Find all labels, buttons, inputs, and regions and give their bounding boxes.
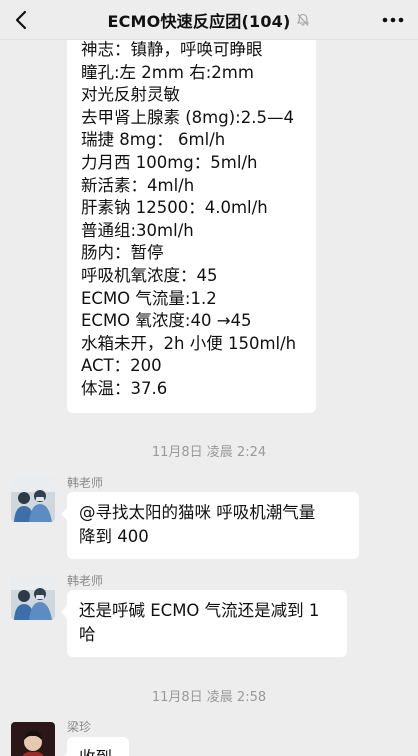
sender-name: 韩老师 — [67, 574, 104, 588]
vitals-line: 肠内：暂停 — [81, 243, 164, 263]
vitals-line: 去甲肾上腺素 (8mg):2.5—4 — [81, 107, 294, 127]
bell-muted-icon — [296, 13, 309, 26]
message-text: 降到 400 — [79, 527, 149, 546]
vitals-line: ECMO 氧浓度:40 →45 — [81, 311, 252, 331]
sender-name: 梁珍 — [67, 720, 92, 734]
vitals-line: 肝素钠 12500：4.0ml/h — [81, 198, 268, 218]
vitals-line: ECMO 气流量:1.2 — [81, 288, 217, 308]
avatar[interactable] — [11, 722, 55, 756]
avatar-photo-icon — [11, 478, 55, 522]
vitals-line: 普通组:30ml/h — [81, 220, 194, 240]
message-text: @寻找太阳的猫咪 呼吸机潮气量 — [79, 503, 316, 522]
chat-header: ECMO快速反应团(104) — [0, 0, 418, 40]
vitals-line: 对光反射灵敏 — [81, 85, 180, 105]
vitals-line: 水箱未开，2h 小便 150ml/h — [81, 333, 297, 353]
message-text: 收到 — [79, 746, 117, 756]
avatar[interactable] — [11, 576, 55, 620]
avatar-photo-icon — [11, 576, 55, 620]
avatar-photo-icon — [11, 722, 55, 756]
vitals-line: ACT：200 — [81, 356, 162, 376]
more-button[interactable] — [380, 10, 406, 30]
vitals-line: 瞳孔:左 2mm 右:2mm — [81, 62, 254, 82]
timestamp: 11月8日 凌晨 2:24 — [151, 445, 267, 460]
more-dots-icon — [382, 17, 404, 23]
vitals-line: 新活素：4ml/h — [81, 175, 195, 195]
chat-area: 神志：镇静，呼唤可睁眼 瞳孔:左 2mm 右:2mm 对光反射灵敏 去甲肾上腺素… — [0, 0, 418, 756]
message-text: 哈 — [79, 625, 96, 644]
message-bubble[interactable]: @寻找太阳的猫咪 呼吸机潮气量 降到 400 — [61, 492, 359, 559]
vitals-line: 瑞捷 8mg： 6ml/h — [81, 130, 226, 150]
message-text: 还是呼碱 ECMO 气流还是减到 1 — [79, 601, 320, 620]
vitals-line: 呼吸机氧浓度：45 — [81, 265, 218, 285]
vitals-line: 体温：37.6 — [81, 378, 168, 398]
message-bubble[interactable]: 收到 — [61, 737, 129, 756]
chat-title[interactable]: ECMO快速反应团(104) — [107, 8, 290, 32]
message-bubble-vitals[interactable]: 神志：镇静，呼唤可睁眼 瞳孔:左 2mm 右:2mm 对光反射灵敏 去甲肾上腺素… — [67, 24, 316, 413]
vitals-line: 力月西 100mg：5ml/h — [81, 152, 258, 172]
sender-name: 韩老师 — [67, 476, 104, 490]
message-bubble[interactable]: 还是呼碱 ECMO 气流还是减到 1 哈 — [61, 590, 347, 657]
chat-title-wrap: ECMO快速反应团(104) — [0, 0, 418, 40]
vitals-line: 神志：镇静，呼唤可睁眼 — [81, 40, 263, 59]
avatar[interactable] — [11, 478, 55, 522]
timestamp: 11月8日 凌晨 2:58 — [151, 690, 267, 705]
